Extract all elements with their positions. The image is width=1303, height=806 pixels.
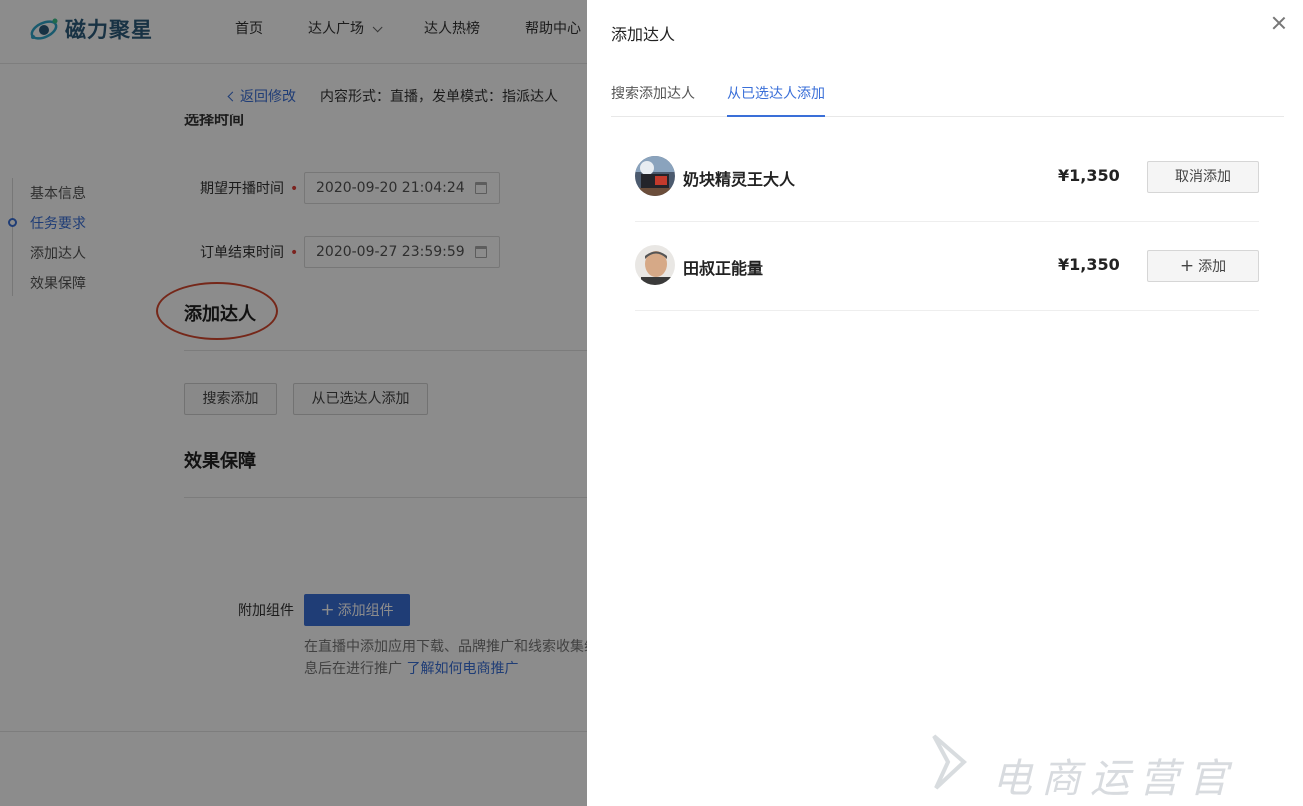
avatar-image bbox=[635, 245, 675, 285]
talent-name: 田叔正能量 bbox=[683, 259, 764, 278]
plus-icon: + bbox=[1179, 256, 1195, 276]
modal-overlay[interactable] bbox=[0, 0, 587, 806]
drawer-tabs: 搜索添加达人 从已选达人添加 bbox=[611, 84, 1284, 117]
talent-price: ¥1,350 bbox=[1058, 255, 1120, 274]
watermark: 电商运营官 bbox=[930, 728, 1303, 806]
cancel-add-button[interactable]: 取消添加 bbox=[1147, 161, 1259, 193]
watermark-text: 电商运营官 bbox=[992, 756, 1237, 802]
avatar bbox=[635, 156, 675, 196]
add-talent-button[interactable]: + 添加 bbox=[1147, 250, 1259, 282]
avatar-image bbox=[635, 156, 675, 196]
add-talent-label: 添加 bbox=[1198, 259, 1227, 275]
drawer-title: 添加达人 bbox=[611, 25, 676, 44]
talent-price: ¥1,350 bbox=[1058, 166, 1120, 185]
avatar bbox=[635, 245, 675, 285]
talent-name: 奶块精灵王大人 bbox=[683, 170, 796, 189]
tab-add-from-selected[interactable]: 从已选达人添加 bbox=[727, 84, 825, 117]
talent-row: 田叔正能量 ¥1,350 + 添加 bbox=[635, 222, 1259, 311]
watermark-arrow-icon bbox=[932, 734, 967, 790]
talent-row: 奶块精灵王大人 ¥1,350 取消添加 bbox=[635, 133, 1259, 222]
close-icon[interactable] bbox=[1270, 14, 1288, 32]
add-talent-drawer: 添加达人 搜索添加达人 从已选达人添加 奶块精灵王大人 ¥1,350 取消添加 bbox=[587, 0, 1303, 806]
tab-search-add-talent[interactable]: 搜索添加达人 bbox=[611, 84, 695, 117]
